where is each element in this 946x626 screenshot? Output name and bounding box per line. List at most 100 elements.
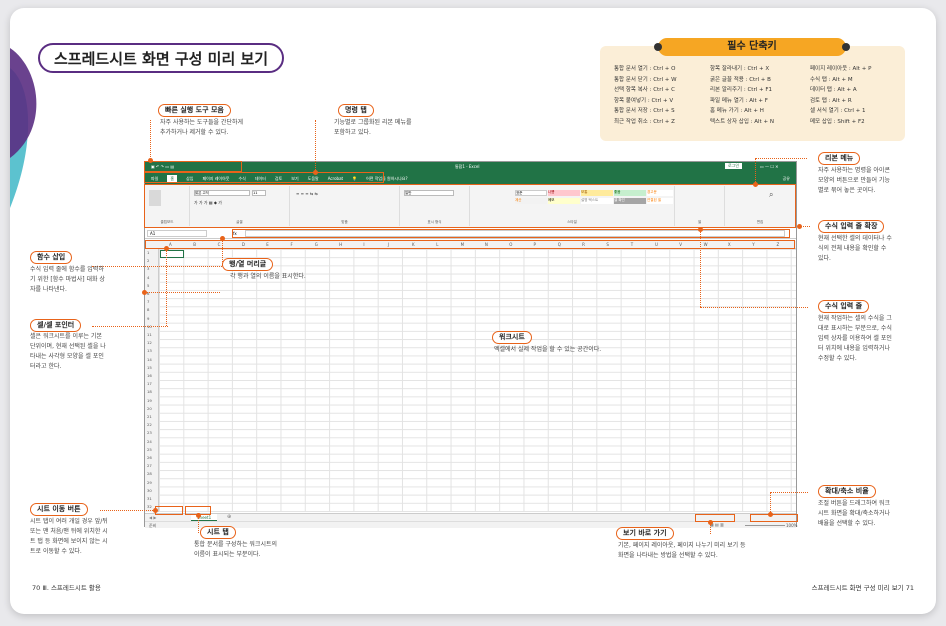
- callout-zoom: 확대/축소 비율: [818, 485, 876, 498]
- share-button[interactable]: 공유: [783, 176, 790, 182]
- leader-dot: [196, 513, 201, 518]
- shortcut-item: 텍스트 상자 삽입 : Alt + N: [710, 118, 774, 125]
- shortcut-item: 페이지 레이아웃 : Alt + P: [810, 66, 872, 72]
- callout-sheet-tab: 시트 탭: [200, 526, 236, 539]
- callout-tabs-desc: 기능별로 그룹화된 리본 메뉴를 포함하고 있다.: [334, 119, 412, 136]
- login-button[interactable]: 로그인: [725, 163, 743, 169]
- callout-ribbon: 리본 메뉴: [818, 152, 861, 165]
- leader-line: [100, 510, 155, 511]
- leader-dot: [708, 520, 713, 525]
- callout-sheetnav-desc: 시트 탭이 여러 개일 경우 앞/뒤 또는 맨 처음/맨 뒤에 위치한 시트 탭 …: [30, 518, 108, 555]
- callout-cell-desc: 셀은 워크시트를 이루는 기본 단위이며, 현재 선택된 셀을 나 타내는 사각형 …: [30, 333, 106, 370]
- shortcut-item: 항목 붙여넣기 : Ctrl + V: [614, 97, 674, 104]
- leader-line: [770, 492, 808, 493]
- row-label[interactable]: 2: [147, 258, 149, 263]
- window-controls[interactable]: ▭ — ☐ ✕: [760, 164, 779, 169]
- sheet-nav-buttons[interactable]: ◀ ▶: [149, 515, 156, 520]
- callout-zoom-desc: 조절 버튼을 드래그하여 워크 시트 화면을 확대/축소하거나 배율을 선택할 수 …: [818, 500, 891, 527]
- row-label[interactable]: 28: [147, 471, 152, 476]
- leader-dot: [768, 512, 773, 517]
- leader-dot: [164, 246, 169, 251]
- callout-cell: 셀/셀 포인터: [30, 319, 82, 332]
- row-label[interactable]: 24: [147, 439, 152, 444]
- row-label[interactable]: 3: [147, 266, 149, 271]
- row-label[interactable]: 18: [147, 389, 152, 394]
- row-label[interactable]: 16: [147, 373, 152, 378]
- callout-sheet-nav: 시트 이동 버튼: [30, 503, 88, 516]
- shortcut-item: 통합 문서 닫기 : Ctrl + W: [614, 76, 677, 83]
- row-label[interactable]: 30: [147, 488, 152, 493]
- row-label[interactable]: 12: [147, 340, 152, 345]
- leader-dot: [797, 224, 802, 229]
- leader-dot: [220, 236, 225, 241]
- worksheet-grid[interactable]: [145, 249, 796, 512]
- row-label[interactable]: 7: [147, 299, 149, 304]
- zoom-slider[interactable]: [745, 525, 785, 526]
- row-label[interactable]: 20: [147, 406, 152, 411]
- name-box[interactable]: A1: [147, 230, 207, 237]
- cell-pointer[interactable]: [160, 250, 184, 258]
- row-label[interactable]: 9: [147, 316, 149, 321]
- row-label[interactable]: 21: [147, 414, 152, 419]
- row-label[interactable]: 15: [147, 365, 152, 370]
- leader-dot: [753, 182, 758, 187]
- leader-line: [770, 492, 771, 514]
- leader-line: [92, 326, 168, 327]
- leader-line: [144, 292, 220, 293]
- shortcut-item: 데이터 탭 : Alt + A: [810, 87, 857, 93]
- shortcut-item: 통합 문서 저장 : Ctrl + S: [614, 108, 675, 114]
- callout-views-desc: 기본, 페이지 레이아웃, 페이지 나누기 미리 보기 등 화면을 나타내는 방법…: [618, 542, 746, 559]
- callout-header-desc: 각 행과 열의 이름을 표시한다.: [230, 273, 306, 280]
- shortcut-item: 파일 메뉴 열기 : Alt + F: [710, 97, 768, 104]
- row-label[interactable]: 11: [147, 332, 152, 337]
- row-label[interactable]: 23: [147, 430, 152, 435]
- row-label[interactable]: 8: [147, 307, 149, 312]
- row-label[interactable]: 14: [147, 357, 152, 362]
- row-label[interactable]: 26: [147, 455, 152, 460]
- leader-dot: [313, 170, 318, 175]
- callout-tabs: 명령 탭: [338, 104, 374, 117]
- status-bar: 준비 ▦ ▤ ▥ 100%: [145, 521, 797, 528]
- row-label[interactable]: 22: [147, 422, 152, 427]
- callout-worksheet-desc: 엑셀에서 실제 작업을 할 수 있는 공간이다.: [494, 346, 602, 353]
- row-header: 1 2 3 4 5 6 7 8 9 10 11 12 13 14 15 16 17 18 19 20 21 22 23 24 2…: [145, 249, 159, 512]
- leader-dot: [148, 158, 153, 163]
- row-label[interactable]: 19: [147, 398, 152, 403]
- row-label[interactable]: 32: [147, 504, 152, 509]
- row-label[interactable]: 27: [147, 463, 152, 468]
- row-label[interactable]: 17: [147, 381, 152, 386]
- footer-right: 스프레드시트 화면 구성 미리 보기 71: [811, 584, 914, 592]
- callout-expand-desc: 현재 선택한 셀의 데이터나 수 식의 전체 내용을 확인할 수 있다.: [818, 235, 892, 262]
- add-sheet-icon[interactable]: ⊕: [227, 514, 231, 520]
- leader-line: [700, 229, 701, 307]
- qat-highlight: [144, 161, 242, 172]
- window-title: 통합1 - Excel: [455, 164, 480, 169]
- leader-line: [755, 158, 756, 184]
- row-label[interactable]: 29: [147, 480, 152, 485]
- formula-highlight: [232, 229, 790, 238]
- zoom-highlight: [750, 514, 798, 522]
- footer-left: 70 Ⅲ. 스프레드시트 활용: [32, 584, 101, 592]
- callout-fx: 함수 삽입: [30, 251, 73, 264]
- row-label[interactable]: 31: [147, 496, 152, 501]
- row-label[interactable]: 13: [147, 348, 152, 353]
- row-label[interactable]: 1: [147, 250, 149, 255]
- callout-header: 행/열 머리글: [222, 258, 274, 271]
- leader-line: [315, 120, 316, 172]
- callout-ribbon-desc: 자주 사용하는 명령을 아이콘 모양의 버튼으로 만들어 기능 별로 묶어 놓은 곳…: [818, 167, 890, 194]
- row-label[interactable]: 4: [147, 275, 149, 280]
- shortcut-column-1: 통합 문서 열기 : Ctrl + O 통합 문서 닫기 : Ctrl + W …: [614, 64, 677, 127]
- sheet-tab[interactable]: Sheet1: [191, 514, 218, 521]
- callout-views: 보기 바로 가기: [616, 527, 674, 540]
- leader-line: [755, 158, 807, 159]
- status-text: 준비: [149, 523, 157, 528]
- row-label[interactable]: 5: [147, 283, 149, 288]
- tabs-highlight: [144, 172, 384, 183]
- shortcut-item: 리본 알리주기 : Ctrl + F1: [710, 87, 773, 93]
- shortcut-item: 메모 삽입 : Shift + F2: [810, 118, 865, 125]
- page-title: 스프레드시트 화면 구성 미리 보기: [38, 43, 285, 73]
- views-highlight: [695, 514, 735, 522]
- callout-sheettab-desc: 통합 문서를 구성하는 워크시트의 이름이 표시되는 부분이다.: [194, 541, 278, 558]
- row-label[interactable]: 25: [147, 447, 152, 452]
- leader-dot: [698, 227, 703, 232]
